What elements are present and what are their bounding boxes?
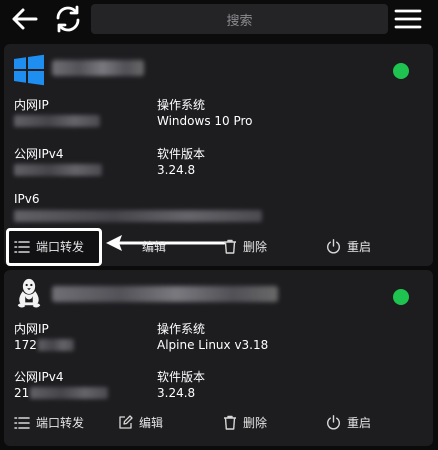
refresh-icon bbox=[56, 5, 80, 33]
public-ipv4-redacted bbox=[30, 387, 108, 399]
menu-button[interactable] bbox=[392, 3, 424, 35]
ipv6-redacted bbox=[14, 210, 262, 222]
intranet-ip-value: 172 bbox=[14, 338, 37, 352]
restart-label: 重启 bbox=[347, 240, 372, 254]
port-forward-button[interactable]: 端口转发 bbox=[14, 414, 84, 431]
server-card[interactable]: 内网IP 操作系统 Windows 10 Pro 公网IPv4 软件版本 3.2… bbox=[4, 44, 433, 266]
port-forward-label: 端口转发 bbox=[36, 240, 85, 254]
list-icon bbox=[14, 240, 30, 253]
intranet-ip-label: 内网IP bbox=[14, 98, 49, 112]
trash-icon bbox=[224, 415, 236, 430]
windows-logo-icon bbox=[14, 54, 44, 86]
server-card[interactable]: 内网IP 172 操作系统 Alpine Linux v3.18 公网IPv4 … bbox=[4, 270, 433, 446]
edit-label: 编辑 bbox=[139, 416, 164, 430]
refresh-button[interactable] bbox=[52, 3, 84, 35]
restart-label: 重启 bbox=[347, 416, 372, 430]
online-status-indicator bbox=[393, 289, 409, 305]
power-icon bbox=[327, 415, 340, 430]
intranet-ip-redacted bbox=[14, 115, 100, 127]
public-ipv4-redacted bbox=[14, 164, 102, 176]
online-status-indicator bbox=[393, 63, 409, 79]
ipv6-label: IPv6 bbox=[14, 192, 40, 206]
power-icon bbox=[327, 239, 340, 254]
list-icon bbox=[14, 416, 30, 429]
os-value: Alpine Linux v3.18 bbox=[157, 338, 269, 352]
restart-button[interactable]: 重启 bbox=[326, 414, 371, 431]
delete-button[interactable]: 删除 bbox=[223, 238, 267, 255]
os-label: 操作系统 bbox=[157, 98, 206, 112]
arrow-left-icon bbox=[12, 8, 38, 30]
delete-label: 删除 bbox=[243, 240, 268, 254]
port-forward-button[interactable]: 端口转发 bbox=[14, 238, 84, 255]
os-value: Windows 10 Pro bbox=[157, 114, 253, 128]
trash-icon bbox=[224, 239, 236, 254]
public-ipv4-label: 公网IPv4 bbox=[14, 370, 64, 384]
server-name-redacted bbox=[52, 286, 278, 302]
restart-button[interactable]: 重启 bbox=[326, 238, 371, 255]
server-name-redacted bbox=[52, 60, 144, 76]
delete-button[interactable]: 删除 bbox=[223, 414, 267, 431]
public-ipv4-label: 公网IPv4 bbox=[14, 147, 64, 161]
public-ipv4-value: 21 bbox=[14, 386, 30, 400]
version-label: 软件版本 bbox=[157, 147, 206, 161]
delete-label: 删除 bbox=[243, 416, 268, 430]
intranet-ip-redacted bbox=[38, 339, 74, 351]
back-button[interactable] bbox=[8, 3, 40, 35]
os-label: 操作系统 bbox=[157, 322, 206, 336]
top-toolbar: 搜索 bbox=[0, 0, 438, 38]
hamburger-menu-icon bbox=[394, 9, 422, 29]
version-value: 3.24.8 bbox=[157, 386, 196, 400]
search-placeholder: 搜索 bbox=[226, 13, 253, 29]
edit-button[interactable]: 编辑 bbox=[118, 414, 163, 431]
edit-button[interactable]: 编辑 bbox=[122, 238, 166, 255]
intranet-ip-label: 内网IP bbox=[14, 322, 49, 336]
port-forward-label: 端口转发 bbox=[36, 416, 85, 430]
version-value: 3.24.8 bbox=[157, 163, 196, 177]
version-label: 软件版本 bbox=[157, 370, 206, 384]
search-input[interactable]: 搜索 bbox=[91, 4, 388, 34]
linux-penguin-icon bbox=[17, 278, 41, 308]
edit-label: 编辑 bbox=[142, 240, 167, 254]
edit-icon bbox=[119, 415, 133, 429]
